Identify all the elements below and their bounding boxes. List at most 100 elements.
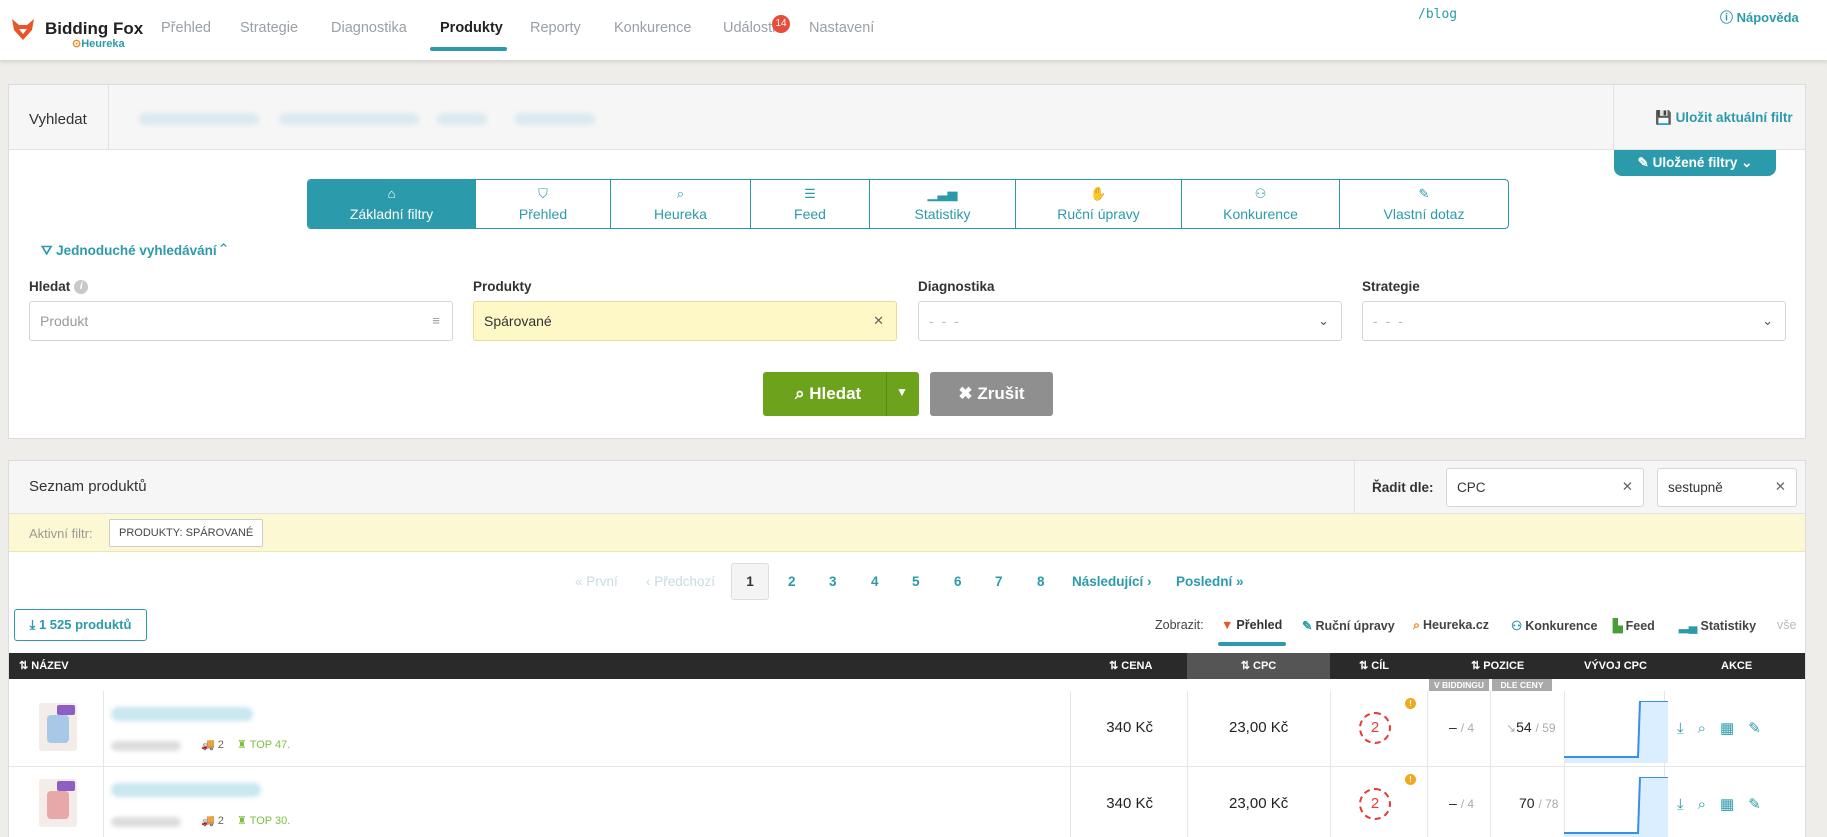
download-icon[interactable]: ⤓ — [1677, 796, 1684, 813]
column-label: POZICE — [1483, 660, 1525, 672]
pagination-page[interactable]: 6 — [954, 574, 962, 589]
product-name-link[interactable] — [111, 783, 261, 797]
pagination-page[interactable]: 4 — [871, 574, 879, 589]
sort-order-select[interactable]: sestupně ✕ — [1657, 468, 1797, 507]
tab-label: Základní filtry — [349, 206, 434, 222]
column-name[interactable]: ⇅ NÁZEV — [19, 653, 69, 679]
nav-item-produkty[interactable]: Produkty — [440, 20, 503, 36]
position-by-price-value: 54 — [1516, 719, 1532, 735]
save-filter-button[interactable]: 💾 Uložit aktuální filtr — [1655, 110, 1793, 126]
strategie-select[interactable]: - - - ⌄ — [1362, 301, 1786, 341]
truck-icon: 🚚 — [201, 815, 218, 827]
tab-konkurence[interactable]: ⚇ Konkurence — [1182, 180, 1340, 228]
pagination-page[interactable]: 2 — [788, 574, 796, 589]
view-konkurence[interactable]: ⚇ Konkurence — [1511, 618, 1597, 633]
pagination-prev: ‹ Předchozí — [646, 574, 716, 589]
product-name-link[interactable] — [111, 707, 253, 721]
edit-icon[interactable]: ✎ — [1748, 720, 1761, 737]
pagination-page[interactable]: 3 — [829, 574, 837, 589]
nav-item-reporty[interactable]: Reporty — [530, 20, 581, 36]
search-button[interactable]: ⌕ Hledat ▼ — [763, 372, 919, 416]
warning-icon[interactable]: ! — [1405, 774, 1416, 785]
nav-item-diagnostika[interactable]: Diagnostika — [331, 20, 407, 36]
sort-by-value: CPC — [1457, 480, 1486, 495]
tab-zakladni-filtry[interactable]: ⌂ Základní filtry — [308, 180, 476, 228]
heureka-search-icon: ⌕ — [1413, 618, 1421, 632]
tab-prehled[interactable]: ⛉ Přehled — [476, 180, 611, 228]
tab-vlastni-dotaz[interactable]: ✎ Vlastní dotaz — [1340, 180, 1508, 228]
position-bidding-value: – — [1449, 719, 1457, 735]
column-goal[interactable]: ⇅ CÍL — [1359, 653, 1389, 679]
view-heureka[interactable]: ⌕ Heureka.cz — [1413, 618, 1489, 633]
warning-icon[interactable]: ! — [1405, 698, 1416, 709]
view-statistiky[interactable]: ▂▄ Statistiky — [1679, 618, 1756, 633]
simple-search-toggle[interactable]: ⛛ Jednoduché vyhledávání ⌃ — [41, 243, 227, 259]
product-thumbnail[interactable] — [39, 779, 77, 827]
pagination-first: « První — [575, 574, 618, 589]
cancel-button[interactable]: ✖ Zrušit — [930, 372, 1053, 416]
saved-filters-dropdown[interactable]: ✎ Uložené filtry ⌄ — [1614, 150, 1776, 176]
view-prehled[interactable]: ▼ Přehled — [1221, 618, 1282, 632]
nav-item-konkurence[interactable]: Konkurence — [614, 20, 691, 36]
shop-icon[interactable]: ▦ — [1720, 720, 1734, 737]
goal-badge[interactable]: 2 — [1359, 712, 1391, 744]
brand-sub-label: Heureka — [81, 38, 125, 50]
view-vse[interactable]: vše — [1777, 618, 1796, 632]
pagination-page[interactable]: 8 — [1037, 574, 1045, 589]
cpc-trend-sparkline — [1564, 777, 1668, 837]
divider — [1354, 461, 1355, 514]
logo[interactable]: Bidding Fox ⊙Heureka — [10, 14, 145, 50]
info-icon[interactable]: i — [74, 280, 89, 295]
divider — [103, 767, 104, 837]
column-cpc[interactable]: ⇅ CPC — [1187, 653, 1330, 679]
produkty-select[interactable]: Spárované ✕ — [473, 301, 897, 341]
pagination-next[interactable]: Následující › — [1072, 574, 1152, 589]
pagination-page[interactable]: 5 — [912, 574, 920, 589]
sort-by-select[interactable]: CPC ✕ — [1446, 468, 1644, 507]
clear-icon[interactable]: ✕ — [1622, 479, 1633, 495]
tab-feed[interactable]: ☰ Feed — [751, 180, 870, 228]
tab-label: Ruční úpravy — [1057, 206, 1140, 222]
download-icon[interactable]: ⤓ — [1677, 720, 1684, 737]
download-icon: ⤓ — [29, 617, 39, 632]
nav-item-nastaveni[interactable]: Nastavení — [809, 20, 874, 36]
clear-icon[interactable]: ✕ — [873, 313, 884, 329]
chevron-up-icon: ⌃ — [216, 243, 227, 258]
pagination-last[interactable]: Poslední » — [1176, 574, 1244, 589]
caret-down-icon[interactable]: ▼ — [896, 385, 908, 399]
tab-rucni-upravy[interactable]: ✋ Ruční úpravy — [1016, 180, 1182, 228]
view-label: Heureka.cz — [1423, 618, 1490, 632]
diagnostika-select[interactable]: - - - ⌄ — [918, 301, 1342, 341]
nav-item-strategie[interactable]: Strategie — [240, 20, 298, 36]
nav-item-prehled[interactable]: Přehled — [161, 20, 211, 36]
heureka-search-icon[interactable]: ⌕ — [1698, 720, 1706, 737]
sort-az-icon: ⇅ — [19, 660, 32, 672]
pagination-current[interactable]: 1 — [731, 563, 769, 600]
tab-heureka[interactable]: ⌕ Heureka — [611, 180, 751, 228]
view-feed[interactable]: ▙ Feed — [1613, 618, 1655, 633]
export-count-button[interactable]: ⤓ 1 525 produktů — [14, 609, 147, 641]
product-thumbnail[interactable] — [39, 703, 77, 751]
sort-label: Řadit dle: — [1372, 480, 1434, 495]
active-filter-chip[interactable]: PRODUKTY: SPÁROVANÉ — [109, 519, 264, 547]
goal-badge[interactable]: 2 — [1359, 788, 1391, 820]
product-meta — [111, 741, 181, 751]
column-position[interactable]: ⇅ POZICE — [1471, 653, 1524, 679]
view-rucni-upravy[interactable]: ✎ Ruční úpravy — [1302, 618, 1395, 633]
edit-icon[interactable]: ✎ — [1748, 796, 1761, 813]
nav-item-udalosti[interactable]: Události — [723, 20, 775, 36]
help-link[interactable]: ⓘ Nápověda — [1720, 7, 1799, 26]
blog-link[interactable]: /blog — [1418, 7, 1457, 22]
heureka-search-icon[interactable]: ⌕ — [1698, 796, 1706, 813]
shop-icon[interactable]: ▦ — [1720, 796, 1734, 813]
top-nav: Bidding Fox ⊙Heureka Přehled Strategie D… — [0, 0, 1827, 60]
clear-icon[interactable]: ✕ — [1775, 479, 1786, 495]
delivery-info: 🚚 2 — [201, 814, 224, 827]
pagination-page[interactable]: 7 — [995, 574, 1003, 589]
table-row: 🚚 2 ♜ TOP 47. 340 Kč 23,00 Kč ! 2 – / 4 … — [9, 691, 1805, 767]
search-input[interactable]: Produkt ≡ — [29, 301, 453, 341]
fox-icon: ▼ — [1221, 618, 1234, 632]
question-circle-icon: ⓘ — [1720, 10, 1737, 25]
column-price[interactable]: ⇅ CENA — [1109, 653, 1152, 679]
tab-statistiky[interactable]: ▁▃▅ Statistiky — [870, 180, 1016, 228]
